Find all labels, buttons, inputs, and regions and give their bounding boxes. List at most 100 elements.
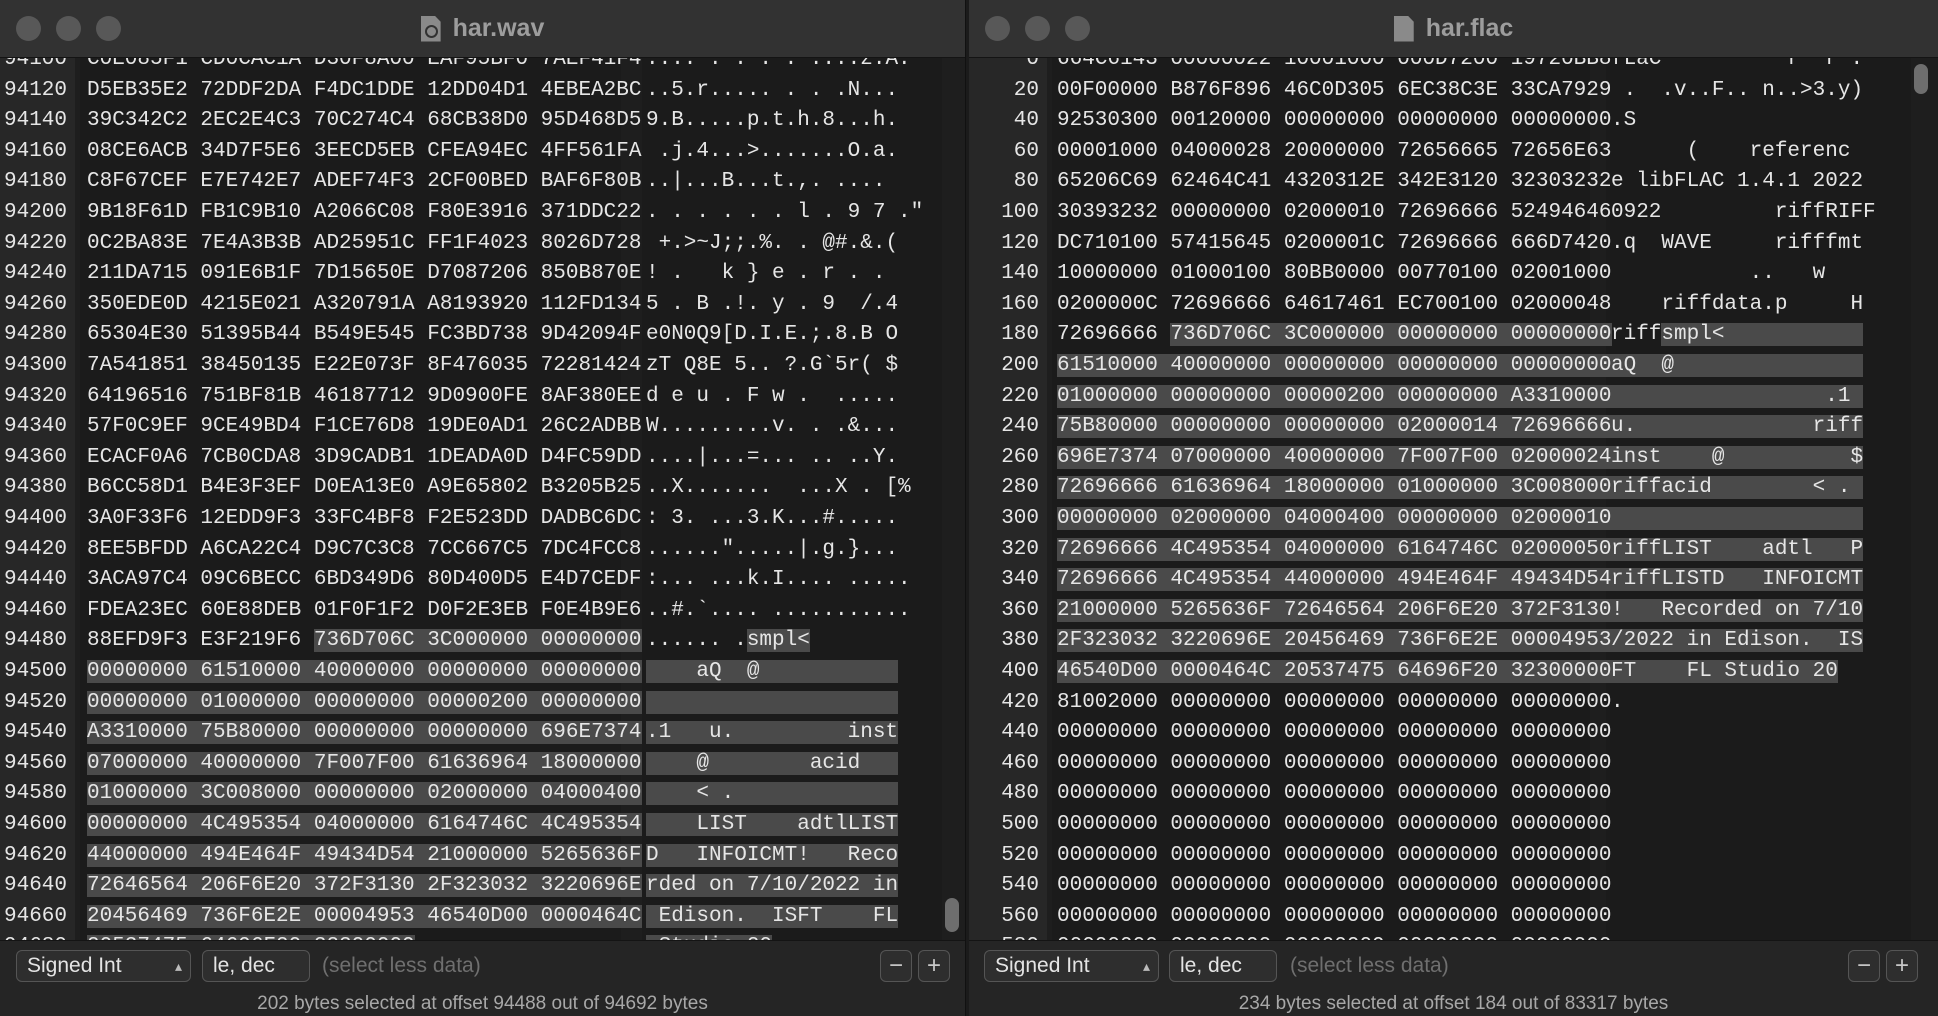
hex-row[interactable]: 94420 8EE5BFDD A6CA22C4 D9C7C3C8 7CC667C5… [0, 535, 965, 565]
hex-bytes[interactable]: 88EFD9F3 E3F219F6 736D706C 3C000000 0000… [87, 626, 642, 656]
ascii-text[interactable]: e0N0Q9[D.I.E.;.8.B O [646, 320, 898, 350]
hex-bytes[interactable]: 0200000C 72696666 64617461 EC700100 0200… [1057, 290, 1612, 320]
hex-bytes-unselected[interactable]: 08CE6ACB 34D7F5E6 3EECD5EB CFEA94EC 4FF5… [87, 140, 642, 163]
hex-bytes[interactable]: 39C342C2 2EC2E4C3 70C274C4 68CB38D0 95D4… [87, 106, 642, 136]
ascii-text[interactable]: ! . k } e . r . . [646, 259, 898, 289]
ascii-text[interactable] [1611, 504, 1864, 534]
hex-bytes[interactable]: 44000000 494E464F 49434D54 21000000 5265… [87, 841, 642, 871]
hex-bytes-unselected[interactable]: 00000000 00000000 00000000 00000000 0000… [1057, 844, 1612, 867]
hex-bytes[interactable]: 65206C69 62464C41 4320312E 342E3120 3230… [1057, 167, 1612, 197]
hex-bytes[interactable]: 696E7374 07000000 40000000 7F007F00 0200… [1057, 443, 1612, 473]
hex-row[interactable]: 360 21000000 5265636F 72646564 206F6E20 3… [969, 596, 1938, 626]
ascii-text[interactable]: riffLISTD INFOICMT [1611, 565, 1864, 595]
hex-bytes-unselected[interactable]: 00000000 00000000 00000000 00000000 0000… [1057, 752, 1612, 775]
ascii-text[interactable]: /2022 in Edison. IS [1611, 626, 1864, 656]
ascii-text-unselected[interactable]: riff [1611, 323, 1661, 346]
hex-bytes[interactable]: 3ACA97C4 09C6BECC 6BD349D6 80D400D5 E4D7… [87, 565, 642, 595]
hex-row[interactable]: 94400 3A0F33F6 12EDD9F3 33FC4BF8 F2E523DD… [0, 504, 965, 534]
hex-bytes-selected[interactable]: 07000000 40000000 7F007F00 61636964 1800… [87, 752, 642, 775]
ascii-text-unselected[interactable]: ....|...=... .. ..Y. [646, 446, 898, 469]
hex-bytes[interactable]: 7A541851 38450135 E22E073F 8F476035 7228… [87, 351, 642, 381]
hex-bytes-unselected[interactable]: 81002000 00000000 00000000 00000000 0000… [1057, 691, 1612, 714]
hex-row[interactable]: 480 00000000 00000000 00000000 00000000 0… [969, 779, 1938, 809]
ascii-text-selected[interactable]: .1 u. inst [646, 721, 899, 744]
hex-bytes[interactable]: 00000000 00000000 00000000 00000000 0000… [1057, 932, 1612, 940]
hex-bytes[interactable]: 61510000 40000000 00000000 00000000 0000… [1057, 351, 1612, 381]
ascii-text[interactable]: .j.4...>.......O.a. [646, 137, 898, 167]
hex-bytes[interactable]: B6CC58D1 B4E3F3EF D0EA13E0 A9E65802 B320… [87, 473, 642, 503]
hex-row[interactable]: 200 61510000 40000000 00000000 00000000 0… [969, 351, 1938, 381]
ascii-text-selected[interactable]: @ acid [646, 752, 899, 775]
hex-bytes-unselected[interactable]: 3ACA97C4 09C6BECC 6BD349D6 80D400D5 E4D7… [87, 568, 642, 591]
hex-row[interactable]: 94360 ECACF0A6 7CB0CDA8 3D9CADB1 1DEADA0D… [0, 443, 965, 473]
hex-bytes-selected[interactable]: 736D706C 3C000000 00000000 00000000 [1170, 323, 1612, 346]
hex-row[interactable]: 20 00F00000 B876F896 46C0D305 6EC38C3E 33… [969, 76, 1938, 106]
hex-row[interactable]: 94100 C0E085F1 CD0CAC1A D30F8A00 EAF95BF0… [0, 58, 965, 75]
hex-bytes[interactable]: 00000000 00000000 00000000 00000000 0000… [1057, 749, 1612, 779]
ascii-text[interactable]: u. riff [1611, 412, 1864, 442]
hex-bytes[interactable]: 3A0F33F6 12EDD9F3 33FC4BF8 F2E523DD DADB… [87, 504, 642, 534]
ascii-text[interactable]: inst @ $ [1611, 443, 1864, 473]
hex-bytes[interactable]: C8F67CEF E7E742E7 ADEF74F3 2CF00BED BAF6… [87, 167, 642, 197]
hex-bytes-unselected[interactable]: 7A541851 38450135 E22E073F 8F476035 7228… [87, 354, 642, 377]
hex-bytes[interactable]: 08CE6ACB 34D7F5E6 3EECD5EB CFEA94EC 4FF5… [87, 137, 642, 167]
hex-bytes-unselected[interactable]: 72696666 [1057, 323, 1170, 346]
hex-bytes[interactable]: FDEA23EC 60E88DEB 01F0F1F2 D0F2E3EB F0E4… [87, 596, 642, 626]
hex-bytes[interactable]: 20537475 64696F20 32300000 [87, 932, 415, 940]
hex-bytes-unselected[interactable]: ECACF0A6 7CB0CDA8 3D9CADB1 1DEADA0D D4FC… [87, 446, 642, 469]
ascii-text-unselected[interactable]: d e u . F w . ..... [646, 385, 898, 408]
hex-bytes-unselected[interactable]: 39C342C2 2EC2E4C3 70C274C4 68CB38D0 95D4… [87, 109, 642, 132]
ascii-text[interactable]: .. w [1611, 259, 1876, 289]
ascii-text[interactable]: ..X....... ...X . [% [646, 473, 911, 503]
ascii-text-unselected[interactable]: 5 . B .!. y . 9 /.4 [646, 293, 898, 316]
hex-bytes-unselected[interactable]: FDEA23EC 60E88DEB 01F0F1F2 D0F2E3EB F0E4… [87, 599, 642, 622]
ascii-text[interactable]: aQ @ [1611, 351, 1864, 381]
ascii-text[interactable]: : 3. ...3.K...#..... [646, 504, 898, 534]
hex-bytes[interactable]: 64196516 751BF81B 46187712 9D0900FE 8AF3… [87, 382, 642, 412]
hex-bytes-selected[interactable]: 72696666 4C495354 04000000 6164746C 0200… [1057, 538, 1612, 561]
hex-row[interactable]: 80 65206C69 62464C41 4320312E 342E3120 32… [969, 167, 1938, 197]
hex-bytes-selected[interactable]: 75B80000 00000000 00000000 02000014 7269… [1057, 415, 1612, 438]
hex-bytes[interactable]: 72696666 4C495354 04000000 6164746C 0200… [1057, 535, 1612, 565]
hex-bytes[interactable]: 72646564 206F6E20 372F3130 2F323032 3220… [87, 871, 642, 901]
ascii-text-unselected[interactable]: .S [1611, 109, 1863, 132]
hex-bytes[interactable]: A3310000 75B80000 00000000 00000000 696E… [87, 718, 642, 748]
ascii-text-unselected[interactable]: ...... . [646, 629, 747, 652]
hex-row[interactable]: 240 75B80000 00000000 00000000 02000014 7… [969, 412, 1938, 442]
ascii-text-selected[interactable] [646, 691, 899, 714]
remove-button[interactable]: − [880, 950, 912, 982]
hex-bytes[interactable]: 81002000 00000000 00000000 00000000 0000… [1057, 688, 1612, 718]
hex-bytes-unselected[interactable]: 00000000 00000000 00000000 00000000 0000… [1057, 721, 1612, 744]
hex-bytes[interactable]: 72696666 4C495354 44000000 494E464F 4943… [1057, 565, 1612, 595]
ascii-text[interactable]: ...... .smpl< [646, 626, 810, 656]
ascii-text[interactable]: LIST adtlLIST [646, 810, 899, 840]
hex-row[interactable]: 94460 FDEA23EC 60E88DEB 01F0F1F2 D0F2E3EB… [0, 596, 965, 626]
hex-row[interactable]: 280 72696666 61636964 18000000 01000000 3… [969, 473, 1938, 503]
hex-row[interactable]: 94200 9B18F61D FB1C9B10 A2066C08 F80E3916… [0, 198, 965, 228]
ascii-text[interactable]: .1 u. inst [646, 718, 899, 748]
hex-row[interactable]: 94300 7A541851 38450135 E22E073F 8F476035… [0, 351, 965, 381]
hex-bytes-selected[interactable]: 696E7374 07000000 40000000 7F007F00 0200… [1057, 446, 1612, 469]
hex-bytes-selected[interactable]: 72646564 206F6E20 372F3130 2F323032 3220… [87, 874, 642, 897]
hex-bytes-unselected[interactable]: 30393232 00000000 02000010 72696666 5249… [1057, 201, 1612, 224]
add-button[interactable]: + [918, 950, 950, 982]
hex-row[interactable]: 400 46540D00 0000464C 20537475 64696F20 3… [969, 657, 1938, 687]
ascii-text[interactable]: ....|...=... .. ..Y. [646, 443, 898, 473]
ascii-text-unselected[interactable]: W.........v. . .&... [646, 415, 898, 438]
hex-row[interactable]: 380 2F323032 3220696E 20456469 736F6E2E 0… [969, 626, 1938, 656]
hex-row[interactable]: 180 72696666 736D706C 3C000000 00000000 0… [969, 320, 1938, 350]
ascii-text-unselected[interactable]: 0922 riffRIFF [1611, 201, 1876, 224]
hex-bytes[interactable]: 8EE5BFDD A6CA22C4 D9C7C3C8 7CC667C5 7DC4… [87, 535, 642, 565]
ascii-text[interactable]: e libFLAC 1.4.1 2022 [1611, 167, 1863, 197]
ascii-text-selected[interactable]: aQ @ [1611, 354, 1864, 377]
hex-bytes-unselected[interactable]: 00000000 00000000 00000000 00000000 0000… [1057, 782, 1612, 805]
hex-bytes[interactable]: 75B80000 00000000 00000000 02000014 7269… [1057, 412, 1612, 442]
hex-row[interactable]: 94640 72646564 206F6E20 372F3130 2F323032… [0, 871, 965, 901]
hex-bytes-unselected[interactable]: 65304E30 51395B44 B549E545 FC3BD738 9D42… [87, 323, 642, 346]
hex-bytes[interactable]: 10000000 01000100 80BB0000 00770100 0200… [1057, 259, 1612, 289]
hex-row[interactable]: 560 00000000 00000000 00000000 00000000 0… [969, 902, 1938, 932]
hex-row[interactable]: 580 00000000 00000000 00000000 00000000 0… [969, 932, 1938, 940]
hex-row[interactable]: 94560 07000000 40000000 7F007F00 61636964… [0, 749, 965, 779]
hex-bytes[interactable]: 07000000 40000000 7F007F00 61636964 1800… [87, 749, 642, 779]
hex-bytes-selected[interactable]: 736D706C 3C000000 00000000 [313, 629, 642, 652]
